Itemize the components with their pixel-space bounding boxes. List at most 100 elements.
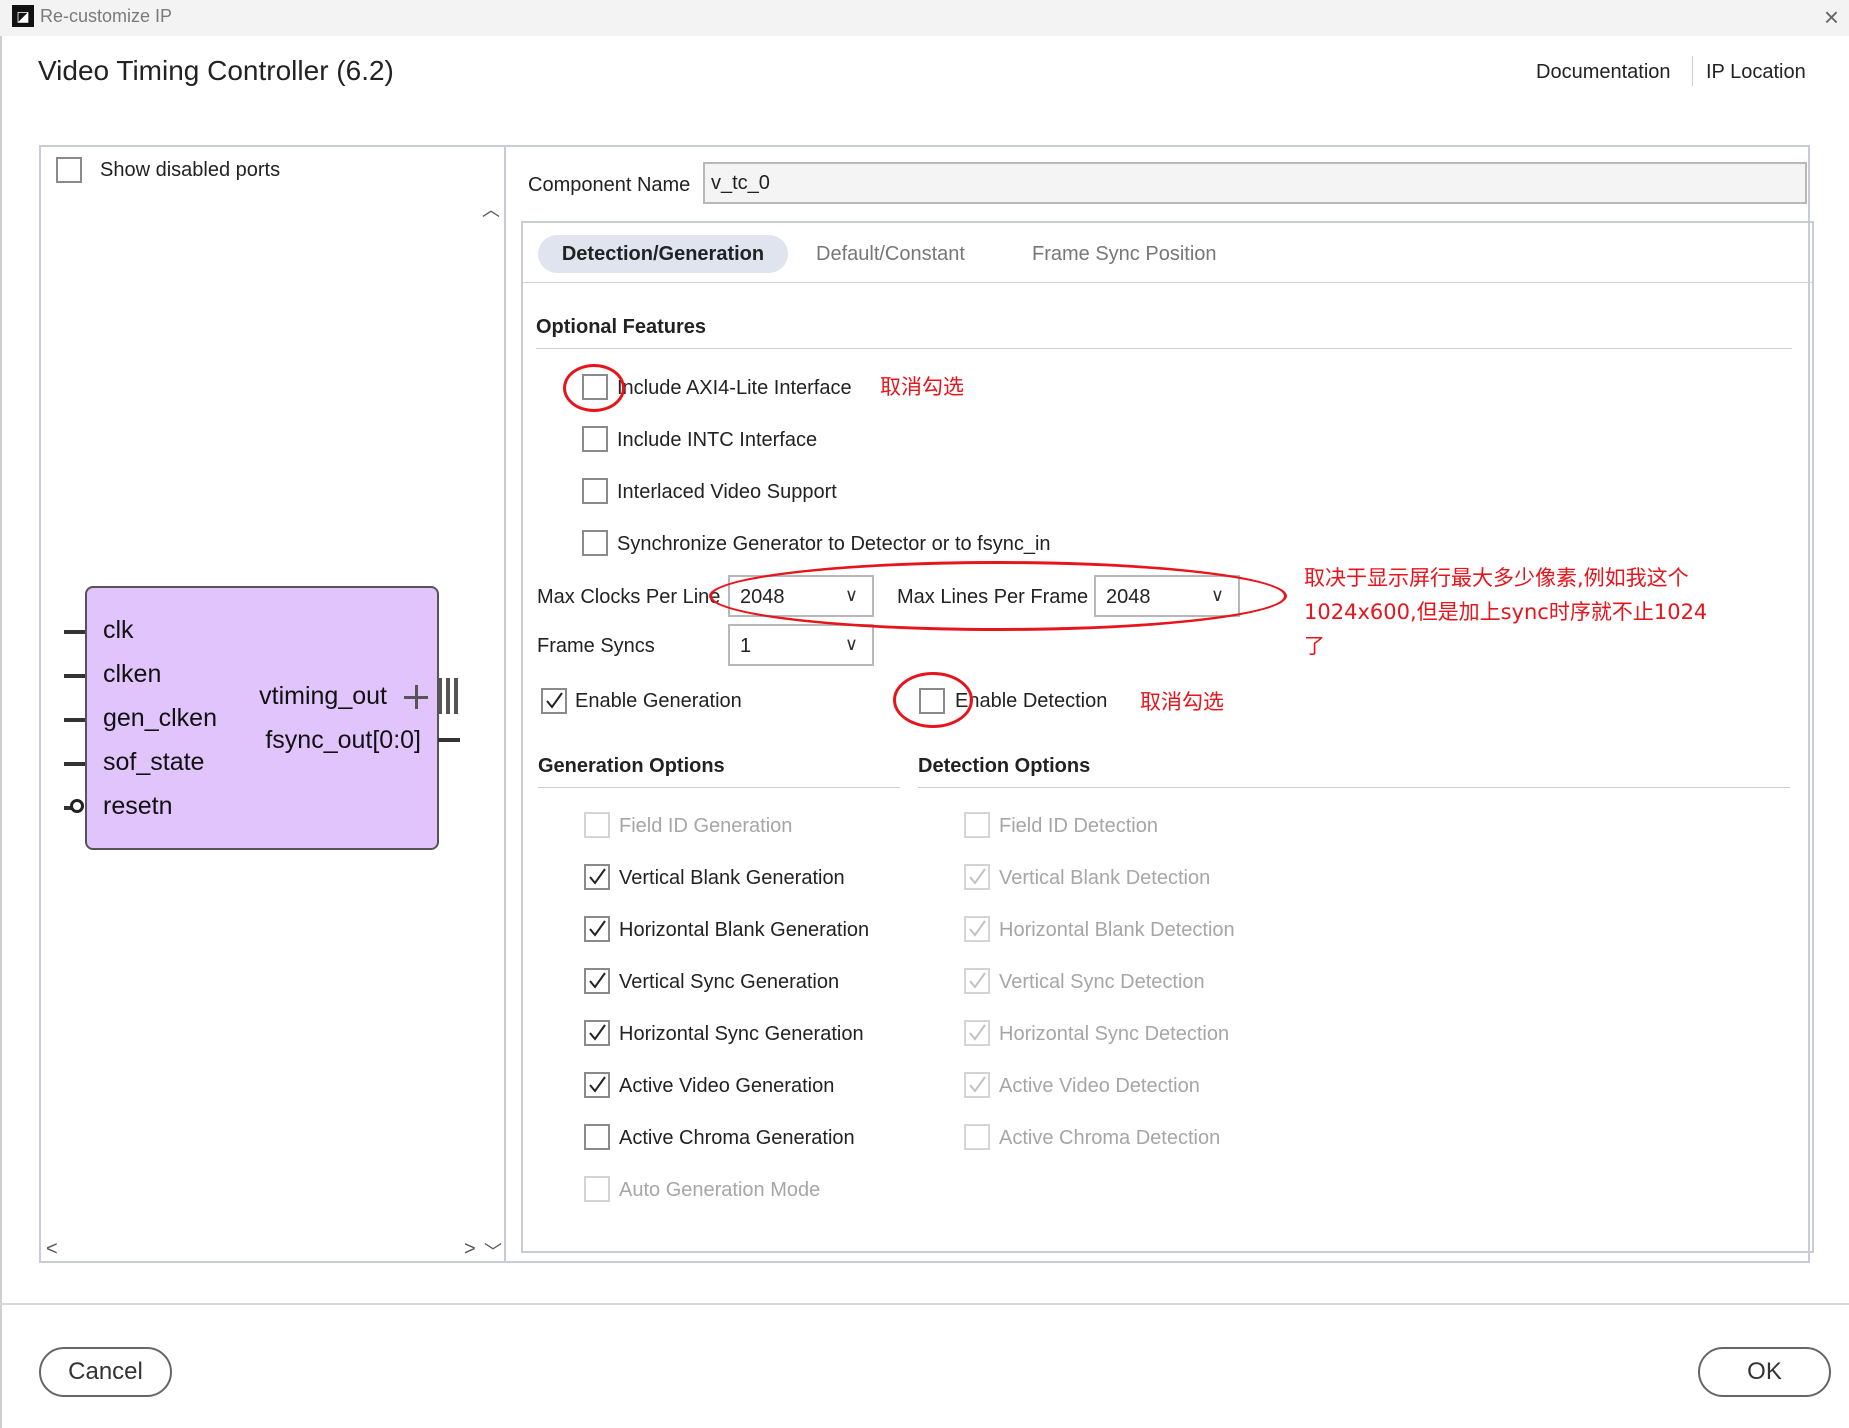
max-clocks-label: Max Clocks Per Line (537, 586, 721, 608)
interface-expand-icon-vertical (415, 685, 418, 709)
checkmark-icon (969, 1076, 986, 1093)
synchronize-generator-checkbox[interactable] (582, 530, 608, 556)
bus-bar-icon-3 (454, 678, 458, 714)
vertical-blank-detection-checkbox[interactable] (964, 864, 990, 890)
port-label-gen-clken: gen_clken (103, 704, 217, 732)
horizontal-blank-detection-label: Horizontal Blank Detection (999, 919, 1235, 941)
annotation-max-note-line-2: 1024x600,但是加上sync时序就不止1024 (1304, 600, 1708, 624)
dialog-title: Video Timing Controller (6.2) (38, 55, 394, 86)
synchronize-generator-label: Synchronize Generator to Detector or to … (617, 533, 1051, 555)
enable-generation-label: Enable Generation (575, 690, 742, 712)
ip-symbol: clk clken gen_clken sof_state resetn vti… (85, 586, 439, 850)
component-name-input[interactable]: v_tc_0 (703, 162, 1807, 204)
annotation-ellipse-max (709, 561, 1287, 631)
checkmark-icon (969, 972, 986, 989)
port-pin-gen-clken (64, 718, 86, 722)
vertical-sync-generation-label: Vertical Sync Generation (619, 971, 840, 993)
documentation-link[interactable]: Documentation (1536, 61, 1671, 84)
detection-options-rule (918, 787, 1790, 788)
vertical-blank-generation-label: Vertical Blank Generation (619, 867, 845, 889)
cancel-button[interactable]: Cancel (39, 1347, 172, 1397)
link-separator (1692, 56, 1693, 86)
frame-syncs-select[interactable]: 1 ∨ (728, 624, 874, 666)
active-video-detection-checkbox[interactable] (964, 1072, 990, 1098)
port-pin-clk (64, 630, 86, 634)
horizontal-blank-detection-checkbox[interactable] (964, 916, 990, 942)
chevron-down-icon[interactable]: ﹀ (484, 1238, 502, 1264)
active-chroma-detection-label: Active Chroma Detection (999, 1127, 1221, 1149)
checkmark-icon (589, 972, 606, 989)
checkmark-icon (969, 868, 986, 885)
annotation-max-note-line-1: 取决于显示屏行最大多少像素,例如我这个 (1304, 566, 1689, 590)
bus-bar-icon-2 (446, 678, 450, 714)
active-chroma-generation-label: Active Chroma Generation (619, 1127, 855, 1149)
horizontal-blank-generation-checkbox[interactable] (584, 916, 610, 942)
auto-generation-mode-checkbox[interactable] (584, 1176, 610, 1202)
interlaced-video-checkbox[interactable] (582, 478, 608, 504)
auto-generation-mode-label: Auto Generation Mode (619, 1179, 821, 1201)
include-intc-checkbox[interactable] (582, 426, 608, 452)
include-axi4-lite-label: Include AXI4-Lite Interface (617, 377, 852, 399)
close-icon[interactable]: × (1824, 2, 1839, 33)
chevron-left-icon[interactable]: < (46, 1238, 58, 1261)
checkmark-icon (546, 692, 563, 709)
window-title-bar (0, 0, 1849, 36)
tab-frame-sync-position[interactable]: Frame Sync Position (1032, 243, 1217, 266)
annotation-uncheck-axi: 取消勾选 (880, 375, 964, 399)
field-id-detection-label: Field ID Detection (999, 815, 1158, 837)
active-low-bubble-icon (70, 799, 84, 813)
amd-logo-icon: ◪ (12, 5, 34, 27)
enable-generation-checkbox[interactable] (541, 688, 567, 714)
checkmark-icon (969, 1024, 986, 1041)
active-chroma-generation-checkbox[interactable] (584, 1124, 610, 1150)
port-label-vtiming-out: vtiming_out (259, 682, 387, 710)
vertical-sync-detection-checkbox[interactable] (964, 968, 990, 994)
bus-bar-icon-1 (438, 678, 442, 714)
optional-features-heading: Optional Features (536, 316, 707, 338)
port-label-resetn: resetn (103, 792, 173, 820)
checkmark-icon (589, 1076, 606, 1093)
chevron-down-icon: ∨ (844, 634, 858, 654)
vertical-sync-detection-label: Vertical Sync Detection (999, 971, 1205, 993)
enable-detection-label: Enable Detection (955, 690, 1108, 712)
annotation-circle-detection (893, 672, 973, 728)
checkmark-icon (589, 868, 606, 885)
active-video-detection-label: Active Video Detection (999, 1075, 1200, 1097)
horizontal-sync-generation-checkbox[interactable] (584, 1020, 610, 1046)
annotation-uncheck-detection: 取消勾选 (1140, 690, 1224, 714)
field-id-detection-checkbox[interactable] (964, 812, 990, 838)
ok-button[interactable]: OK (1698, 1347, 1831, 1397)
chevron-right-icon[interactable]: > (464, 1238, 476, 1261)
port-pin-fsync-out (438, 738, 460, 742)
show-disabled-ports-checkbox[interactable] (56, 157, 82, 183)
port-pin-sof-state (64, 762, 86, 766)
active-video-generation-checkbox[interactable] (584, 1072, 610, 1098)
include-intc-label: Include INTC Interface (617, 429, 818, 451)
horizontal-sync-detection-checkbox[interactable] (964, 1020, 990, 1046)
port-label-sof-state: sof_state (103, 748, 205, 776)
horizontal-blank-generation-label: Horizontal Blank Generation (619, 919, 870, 941)
vertical-blank-generation-checkbox[interactable] (584, 864, 610, 890)
port-label-fsync-out: fsync_out[0:0] (265, 726, 421, 754)
ip-location-link[interactable]: IP Location (1706, 61, 1806, 84)
tab-detection-generation[interactable]: Detection/Generation (538, 235, 788, 273)
field-id-generation-checkbox[interactable] (584, 812, 610, 838)
chevron-up-icon[interactable]: ︿ (482, 196, 500, 222)
window-border (0, 36, 2, 1428)
port-pin-clken (64, 674, 86, 678)
vertical-sync-generation-checkbox[interactable] (584, 968, 610, 994)
tab-default-constant[interactable]: Default/Constant (816, 243, 965, 266)
annotation-circle-axi (563, 364, 625, 412)
active-chroma-detection-checkbox[interactable] (964, 1124, 990, 1150)
generation-options-heading: Generation Options (538, 755, 725, 777)
field-id-generation-label: Field ID Generation (619, 815, 793, 837)
port-label-clken: clken (103, 660, 162, 688)
window-title: Re-customize IP (40, 6, 173, 26)
show-disabled-ports-label: Show disabled ports (100, 159, 281, 181)
horizontal-sync-generation-label: Horizontal Sync Generation (619, 1023, 864, 1045)
vertical-blank-detection-label: Vertical Blank Detection (999, 867, 1211, 889)
component-name-label: Component Name (528, 174, 691, 196)
tab-panel (521, 221, 1814, 1253)
checkmark-icon (589, 920, 606, 937)
checkmark-icon (969, 920, 986, 937)
